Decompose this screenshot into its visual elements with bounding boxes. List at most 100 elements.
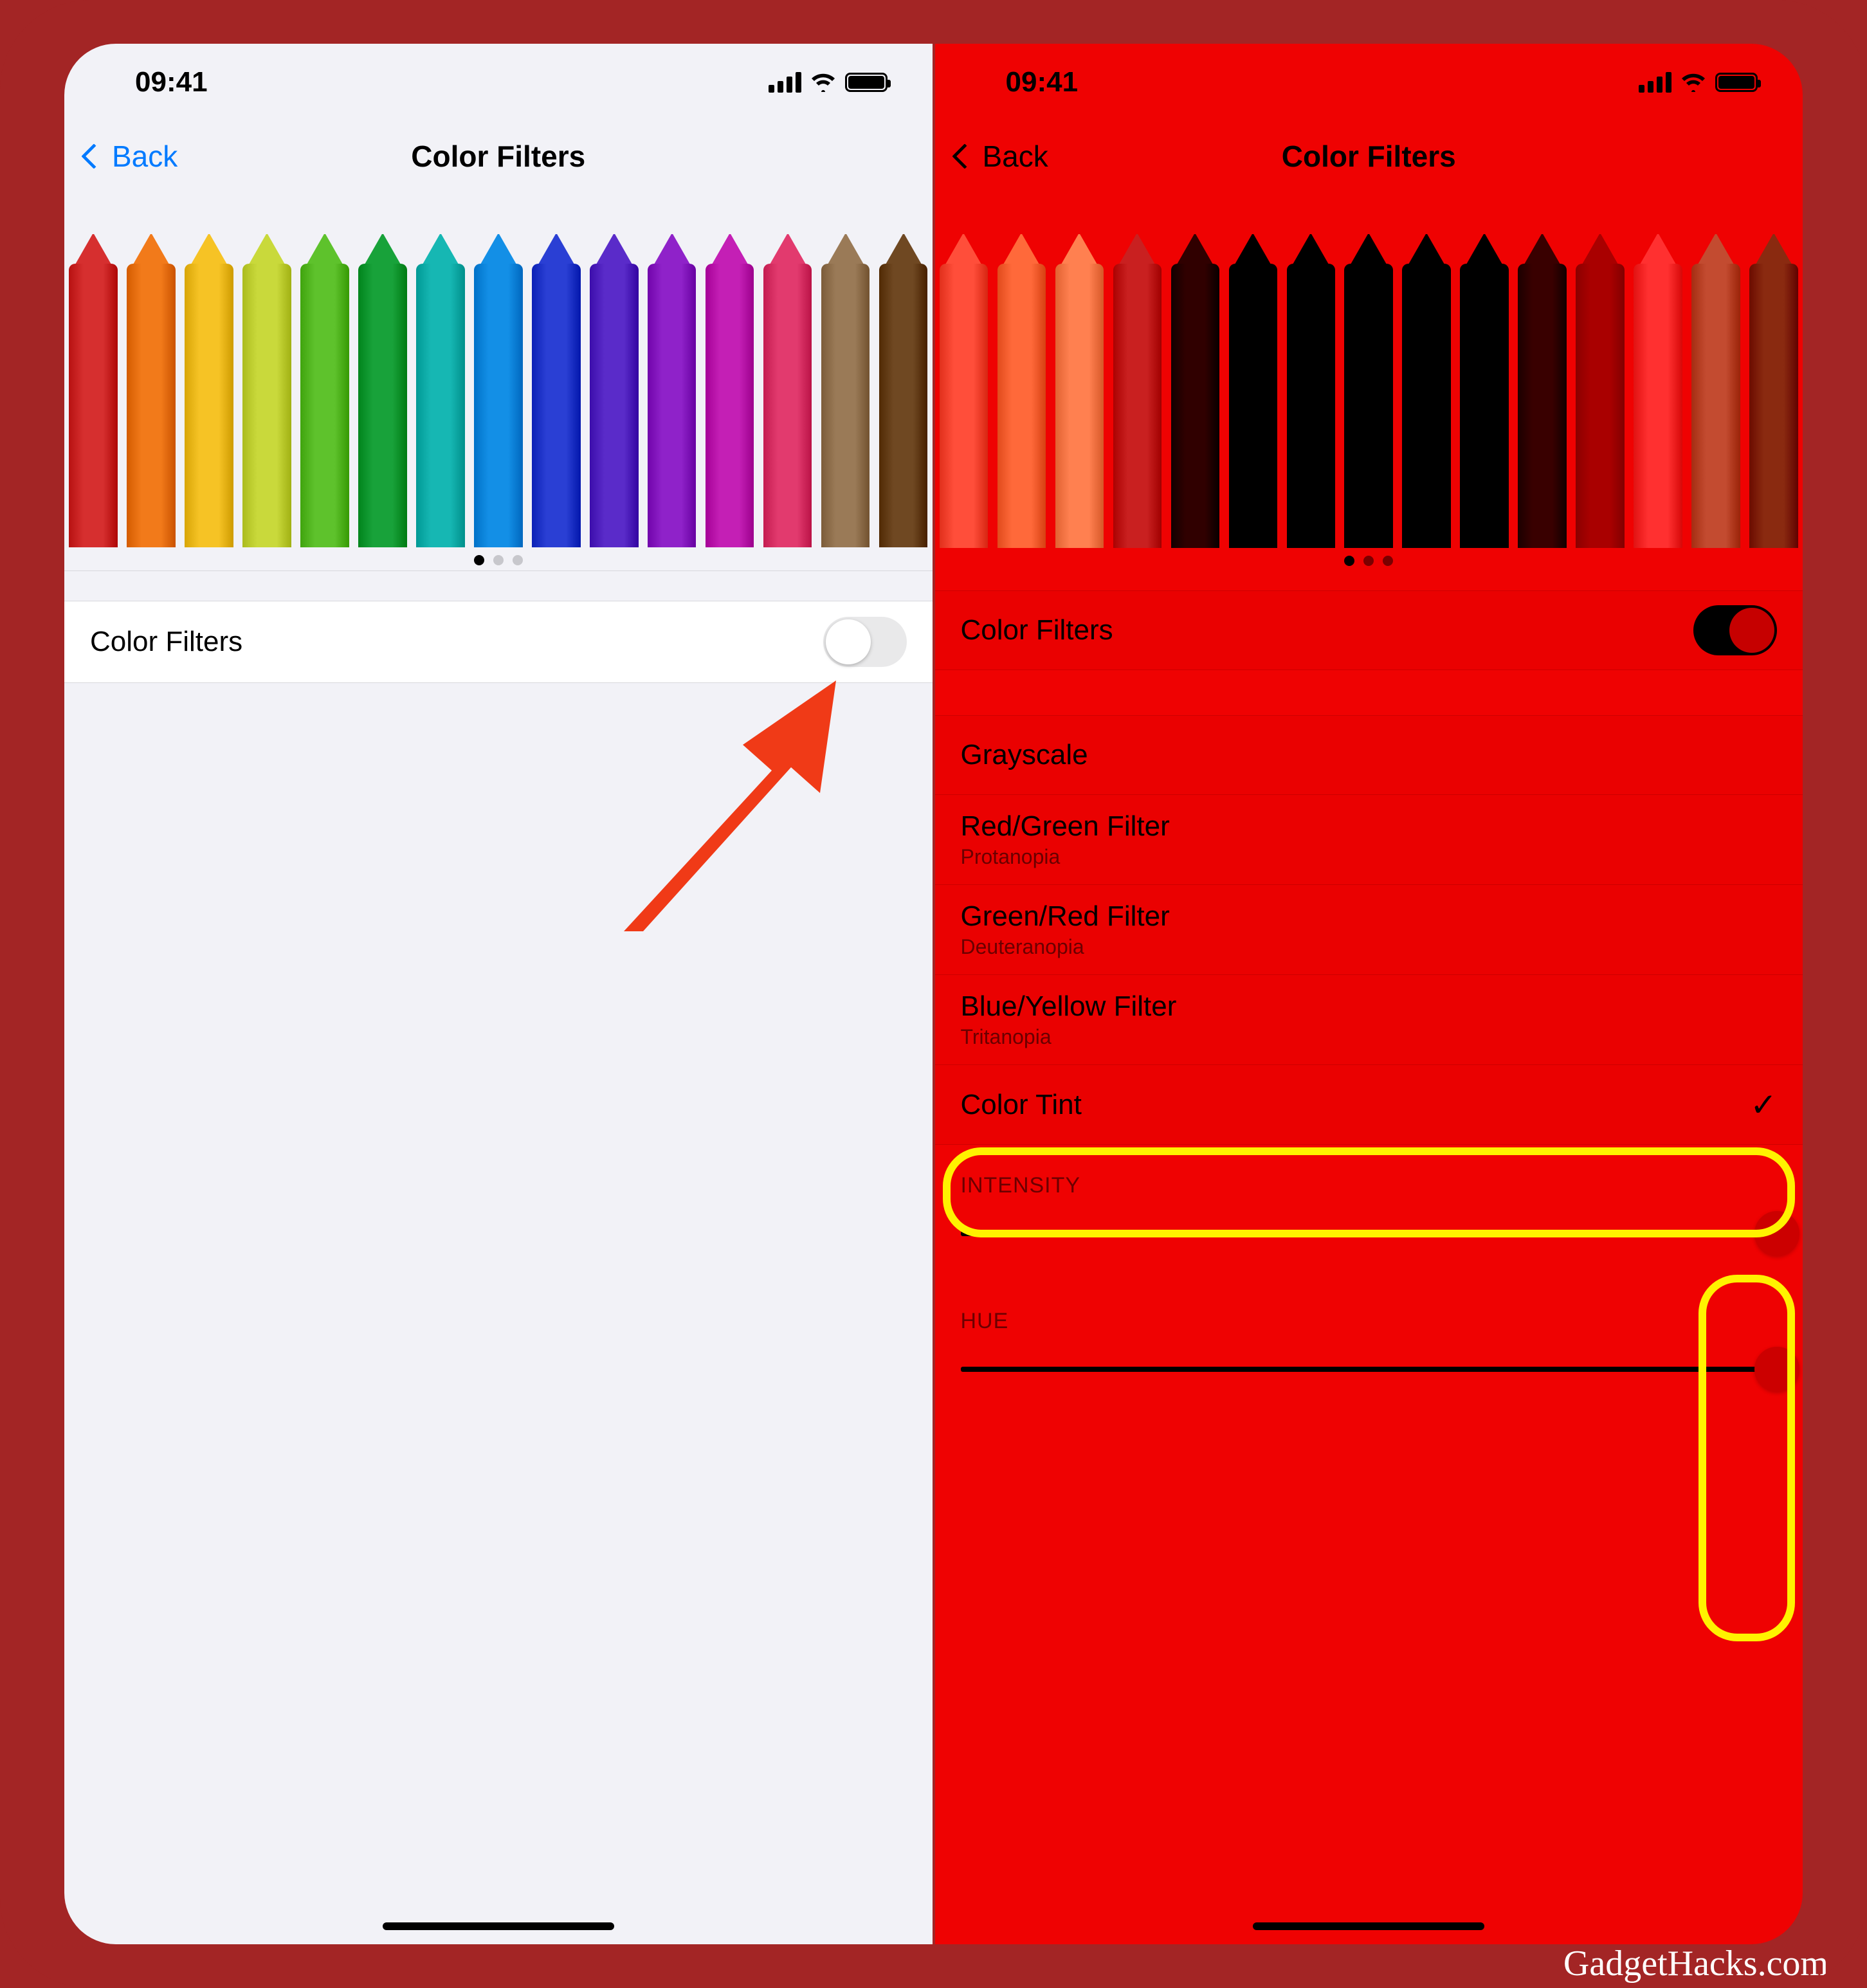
page-dot [1363,556,1374,566]
hue-slider[interactable] [961,1347,1778,1392]
battery-icon [1715,73,1758,92]
intensity-slider-row [935,1205,1803,1281]
pencil [64,234,122,570]
pencil [1340,234,1398,571]
pencil-row [64,192,933,570]
pencil-row [935,192,1803,571]
pencil [296,234,354,570]
intensity-slider[interactable] [961,1211,1778,1256]
pencil [238,234,296,570]
filter-option-row[interactable]: Blue/Yellow FilterTritanopia [935,975,1803,1065]
status-icons [769,72,888,93]
intensity-section: INTENSITY [935,1145,1803,1281]
home-indicator[interactable] [1253,1922,1484,1930]
page-dot [474,555,484,565]
filter-type-group: GrayscaleRed/Green FilterProtanopiaGreen… [935,715,1803,1145]
pencil [412,234,469,570]
color-sample-box[interactable] [64,192,933,571]
option-subtitle: Protanopia [961,845,1170,869]
hue-section: HUE [935,1281,1803,1416]
status-time: 09:41 [1006,66,1079,98]
filter-option-row[interactable]: Color Tint ✓ [935,1065,1803,1145]
page-dot [493,555,504,565]
toggle-knob [826,619,871,664]
pencil [701,234,759,570]
color-sample-box[interactable] [935,192,1803,571]
page-dot [513,555,523,565]
status-bar: 09:41 [935,44,1803,121]
pencil [1224,234,1282,571]
slider-thumb[interactable] [1754,1211,1799,1256]
pencil [1166,234,1224,571]
cellular-icon [769,72,801,93]
nav-bar: Back Color Filters [64,121,933,192]
filter-option-row[interactable]: Grayscale [935,715,1803,795]
pencil [643,234,701,570]
pencil [1687,234,1745,571]
pencil [585,234,643,570]
pencil [1282,234,1340,571]
filter-option-row[interactable]: Green/Red FilterDeuteranopia [935,885,1803,975]
pencil [469,234,527,570]
toggle-label: Color Filters [90,626,242,658]
page-indicator[interactable] [935,548,1803,571]
color-filters-toggle[interactable] [1693,605,1777,655]
pencil [935,234,993,571]
pencil [1745,234,1803,571]
pencil [1398,234,1455,571]
page-dot [1344,556,1354,566]
filter-option-row[interactable]: Red/Green FilterProtanopia [935,795,1803,885]
annotation-arrow-icon [605,680,836,938]
phone-right: 09:41 Back Color Filters [935,44,1803,1944]
color-filters-toggle-row[interactable]: Color Filters [64,601,933,683]
settings-group: Color Filters [64,601,933,683]
phones-row: 09:41 Back Color Filters [64,44,1803,1944]
section-label: INTENSITY [935,1145,1803,1205]
color-filters-toggle-row[interactable]: Color Filters [935,590,1803,670]
status-time: 09:41 [135,66,208,98]
page-title: Color Filters [64,139,933,174]
page-indicator[interactable] [64,547,933,571]
section-label: HUE [935,1281,1803,1340]
pencil [817,234,875,570]
phone-left: 09:41 Back Color Filters [64,44,933,1944]
hue-slider-row [935,1340,1803,1416]
pencil [1108,234,1166,571]
slider-thumb[interactable] [1754,1347,1799,1392]
pencil [180,234,238,570]
wifi-icon [810,73,836,92]
toggle-label: Color Filters [961,614,1113,646]
checkmark-icon: ✓ [1750,1086,1777,1124]
pencil [122,234,180,570]
pencil [1571,234,1629,571]
status-icons [1639,72,1758,93]
color-filters-toggle[interactable] [823,617,907,667]
option-subtitle: Tritanopia [961,1025,1177,1049]
option-subtitle: Deuteranopia [961,935,1170,959]
pencil [527,234,585,570]
wifi-icon [1680,73,1706,92]
pencil [875,234,933,570]
pencil [992,234,1050,571]
watermark: GadgetHacks.com [1563,1943,1828,1984]
pencil [1455,234,1513,571]
pencil [1513,234,1571,571]
nav-bar: Back Color Filters [935,121,1803,192]
slider-fill [961,1231,1778,1236]
option-title: Grayscale [961,739,1088,771]
option-title: Green/Red Filter [961,900,1170,933]
home-indicator[interactable] [383,1922,614,1930]
page-dot [1383,556,1393,566]
option-title: Color Tint [961,1089,1082,1121]
pencil [1050,234,1108,571]
settings-group: Color Filters [935,590,1803,670]
pencil [354,234,412,570]
composite-frame: 09:41 Back Color Filters [0,0,1867,1988]
battery-icon [845,73,888,92]
pencil [1629,234,1687,571]
cellular-icon [1639,72,1671,93]
page-title: Color Filters [935,139,1803,174]
toggle-knob [1729,608,1774,653]
status-bar: 09:41 [64,44,933,121]
pencil [759,234,817,570]
